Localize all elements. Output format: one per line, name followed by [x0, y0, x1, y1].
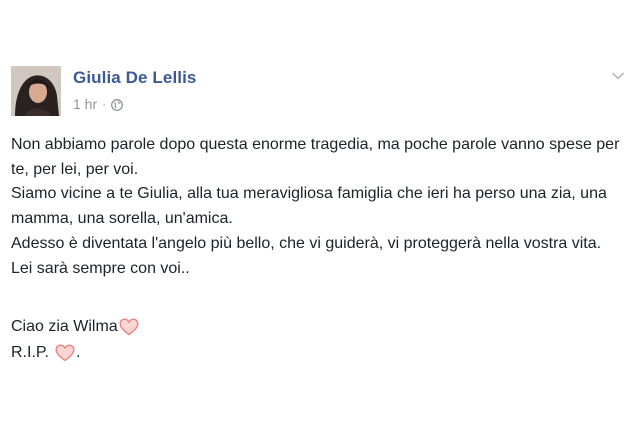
globe-icon[interactable]	[111, 98, 124, 111]
post-paragraph: Non abbiamo parole dopo questa enorme tr…	[11, 136, 620, 178]
meta-separator: ·	[102, 97, 107, 111]
heart-icon	[55, 344, 75, 362]
closing-line: R.I.P. .	[11, 340, 139, 366]
post-text: Non abbiamo parole dopo questa enorme tr…	[11, 133, 621, 281]
timestamp[interactable]: 1 hr	[73, 96, 97, 112]
post-paragraph: Adesso è diventata l'angelo più bello, c…	[11, 234, 602, 252]
post-meta: 1 hr ·	[73, 96, 124, 112]
closing-line: Ciao zia Wilma	[11, 314, 139, 340]
closing-text: Ciao zia Wilma	[11, 318, 118, 335]
heart-icon	[119, 318, 139, 336]
post-closing: Ciao zia Wilma R.I.P. .	[11, 314, 139, 366]
author-name[interactable]: Giulia De Lellis	[73, 68, 196, 88]
post-paragraph: Siamo vicine a te Giulia, alla tua merav…	[11, 185, 607, 228]
avatar[interactable]	[11, 66, 61, 116]
closing-text: R.I.P.	[11, 344, 49, 361]
closing-period: .	[75, 344, 81, 361]
chevron-down-icon[interactable]	[611, 68, 625, 80]
post-paragraph: Lei sarà sempre con voi..	[11, 259, 190, 277]
avatar-image	[11, 66, 61, 116]
facebook-post: Giulia De Lellis 1 hr · Non abbiamo paro…	[0, 0, 638, 425]
